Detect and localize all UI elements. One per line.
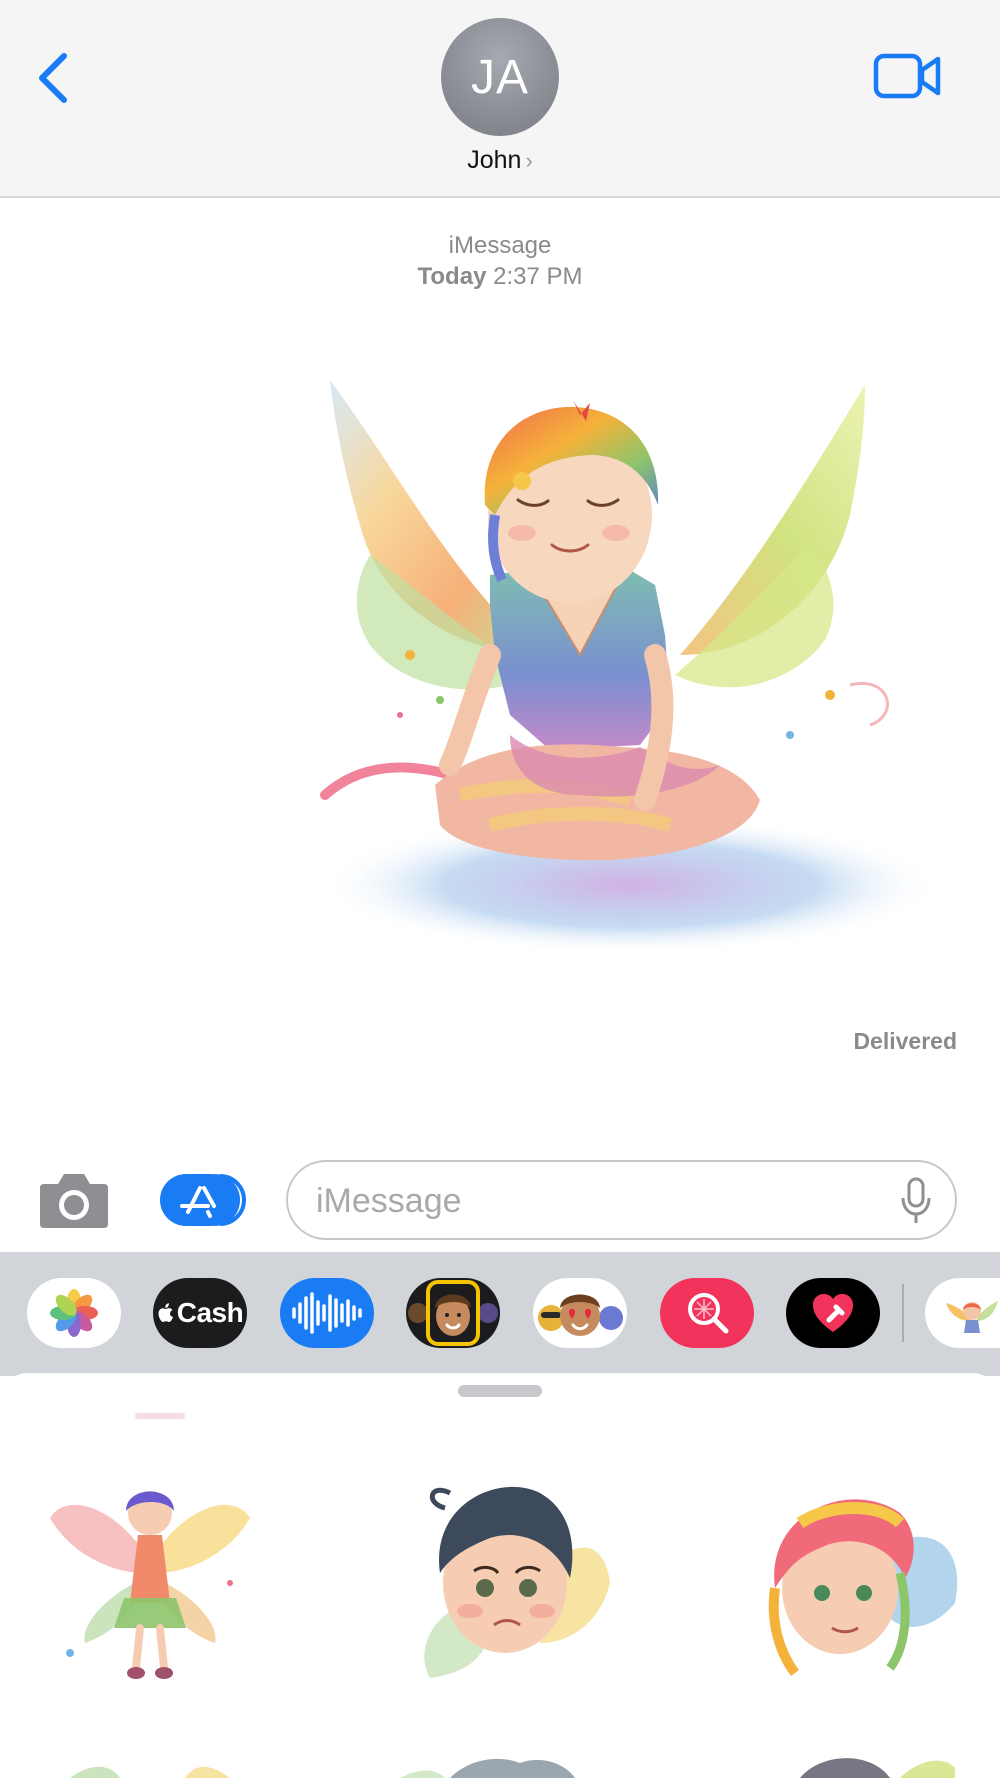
memoji-app-button[interactable] (406, 1278, 500, 1348)
photos-app-button[interactable] (27, 1278, 121, 1348)
contact-name: John (467, 146, 522, 174)
audio-message-app-button[interactable] (280, 1278, 374, 1348)
apple-cash-button[interactable]: Cash (153, 1278, 247, 1348)
sticker-fairy-rainbow-hair[interactable] (740, 1463, 970, 1693)
message-input-field[interactable] (286, 1160, 957, 1240)
back-button[interactable] (30, 48, 74, 108)
app-strip-divider (902, 1284, 904, 1342)
message-input[interactable] (316, 1176, 876, 1226)
audio-message-icon (292, 1292, 362, 1334)
animoji-app-button[interactable] (533, 1278, 627, 1348)
app-store-button[interactable] (158, 1172, 246, 1228)
timestamp-day: Today (417, 263, 487, 290)
sticker-fairy-standing[interactable] (40, 1463, 260, 1693)
digital-touch-app-button[interactable] (786, 1278, 880, 1348)
message-timestamp: Today 2:37 PM (0, 263, 1000, 291)
dictation-button[interactable] (899, 1176, 933, 1226)
microphone-icon (901, 1177, 931, 1223)
drawer-grabber[interactable] (458, 1385, 542, 1397)
sticker-drawer (0, 1373, 1000, 1778)
memoji-icon (408, 1280, 498, 1346)
sticker-fragment (135, 1413, 185, 1419)
digital-touch-icon (813, 1294, 853, 1332)
camera-icon (40, 1174, 108, 1228)
sticker-fairy-sad[interactable] (390, 1453, 620, 1693)
chevron-right-icon: › (525, 148, 533, 173)
sticker-pack-app-button[interactable] (925, 1278, 1000, 1348)
delivery-status: Delivered (853, 1028, 957, 1054)
app-store-icon (160, 1174, 246, 1226)
imessage-app-strip: Cash (0, 1252, 1000, 1376)
sticker-pack-icon (946, 1301, 998, 1333)
sticker-partial-1[interactable] (60, 1758, 240, 1778)
conversation-header: JA John › (0, 0, 1000, 198)
timestamp-time: 2:37 PM (493, 263, 583, 290)
camera-button[interactable] (36, 1170, 112, 1230)
image-search-icon (688, 1293, 729, 1334)
animoji-icon (538, 1294, 623, 1336)
sent-fairy-sticker[interactable] (290, 355, 960, 965)
cash-label: Cash (176, 1297, 244, 1328)
service-label: iMessage (448, 232, 552, 259)
image-search-app-button[interactable] (660, 1278, 754, 1348)
video-camera-icon (873, 53, 941, 99)
chevron-left-icon (39, 53, 67, 103)
sticker-partial-3[interactable] (760, 1748, 960, 1778)
sticker-partial-2[interactable] (390, 1753, 620, 1778)
photos-icon (50, 1289, 98, 1337)
apple-logo-icon (158, 1303, 173, 1322)
contact-name-button[interactable]: John › (0, 146, 1000, 175)
contact-avatar[interactable]: JA (441, 18, 559, 136)
facetime-video-button[interactable] (872, 48, 944, 104)
